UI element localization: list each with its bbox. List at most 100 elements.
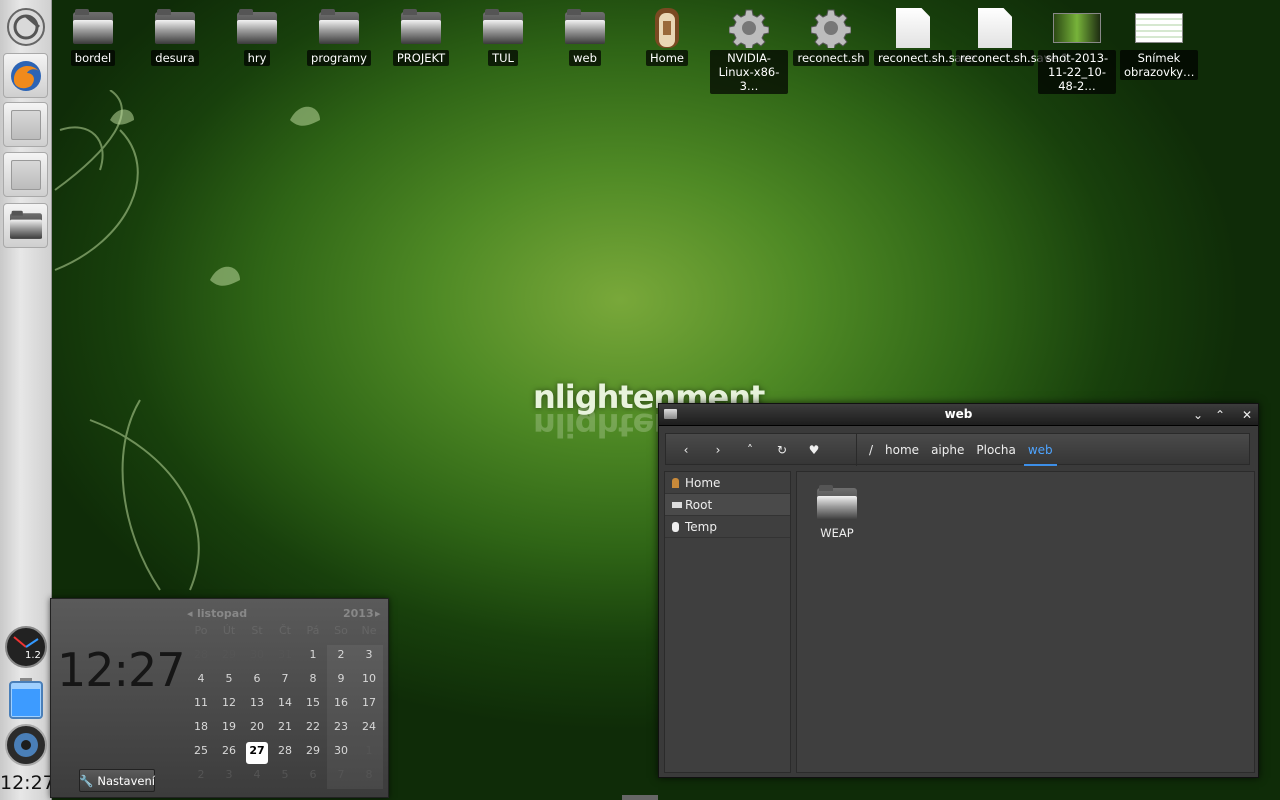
folder-icon <box>565 9 605 44</box>
calendar-day[interactable]: 1 <box>355 741 383 765</box>
calendar-day[interactable]: 4 <box>243 765 271 789</box>
taskbar-window-1[interactable] <box>3 102 48 147</box>
desktop-icon-snimek[interactable]: Snímek obrazovky… <box>1120 6 1198 80</box>
sidebar-item-home[interactable]: Home <box>665 472 790 494</box>
folder-icon <box>483 9 523 44</box>
calendar-day[interactable]: 7 <box>327 765 355 789</box>
back-button[interactable]: ‹ <box>674 438 698 462</box>
desktop-icon-tul[interactable]: TUL <box>464 6 542 66</box>
calendar-day[interactable]: 30 <box>243 645 271 669</box>
calendar-day[interactable]: 28 <box>271 741 299 765</box>
desktop-icon-reconect-sh-save-1[interactable]: reconect.sh.save.1 <box>956 6 1069 66</box>
breadcrumb-plocha[interactable]: Plocha <box>970 443 1021 457</box>
up-button[interactable]: ˄ <box>738 438 762 462</box>
desktop-icon-projekt[interactable]: PROJEKT <box>382 6 460 66</box>
calendar-day[interactable]: 31 <box>271 645 299 669</box>
file-item-weap[interactable]: WEAP <box>809 482 865 540</box>
calendar-day[interactable]: 13 <box>243 693 271 717</box>
calendar-day[interactable]: 17 <box>355 693 383 717</box>
desktop-icon-home[interactable]: Home <box>628 6 706 66</box>
desktop-icon-web[interactable]: web <box>546 6 624 66</box>
calendar-day[interactable]: 15 <box>299 693 327 717</box>
calendar-day[interactable]: 28 <box>187 645 215 669</box>
calendar-day[interactable]: 5 <box>215 669 243 693</box>
desktop-icon-reconect-sh[interactable]: reconect.sh <box>792 6 870 66</box>
calendar-day[interactable]: 29 <box>299 741 327 765</box>
prev-month-button[interactable]: ◂ <box>187 607 193 620</box>
refresh-button[interactable]: ↻ <box>770 438 794 462</box>
desktop-icon-shot[interactable]: shot-2013-11-22_10-48-2… <box>1038 6 1116 94</box>
file-manager-window: web ⌄ ⌃ ✕ ‹ › ˄ ↻ ♥ / home aiphe Plocha … <box>658 403 1259 778</box>
calendar-day[interactable]: 8 <box>299 669 327 693</box>
taskbar-file-manager[interactable] <box>3 203 48 248</box>
calendar-settings-button[interactable]: 🔧 Nastavení <box>79 769 155 792</box>
file-list: WEAP <box>796 471 1255 773</box>
sidebar-item-root[interactable]: Root <box>665 494 790 516</box>
calendar-day[interactable]: 24 <box>355 717 383 741</box>
close-button[interactable]: ✕ <box>1238 406 1256 424</box>
desktop-icon-bordel[interactable]: bordel <box>54 6 132 66</box>
cpufreq-gadget[interactable]: 1.2 <box>3 624 48 669</box>
calendar-day[interactable]: 21 <box>271 717 299 741</box>
desktop: nlightenment nlightenment bordel desura … <box>0 0 1280 800</box>
breadcrumb-web[interactable]: web <box>1022 443 1059 466</box>
next-year-button[interactable]: ▸ <box>375 607 381 620</box>
desktop-icon-label: shot-2013-11-22_10-48-2… <box>1038 50 1116 94</box>
desktop-icon-programy[interactable]: programy <box>300 6 378 66</box>
calendar-day[interactable]: 3 <box>215 765 243 789</box>
calendar-day[interactable]: 14 <box>271 693 299 717</box>
calendar-week: 11 12 13 14 15 16 17 <box>187 693 383 717</box>
calendar-day[interactable]: 30 <box>327 741 355 765</box>
calendar-day[interactable]: 2 <box>187 765 215 789</box>
window-titlebar[interactable]: web ⌄ ⌃ ✕ <box>659 404 1258 426</box>
calendar-day[interactable]: 8 <box>355 765 383 789</box>
breadcrumb-home[interactable]: home <box>879 443 925 457</box>
calendar-day[interactable]: 10 <box>355 669 383 693</box>
start-menu-button[interactable] <box>3 4 48 49</box>
favorites-button[interactable]: ♥ <box>802 438 826 462</box>
calendar-day[interactable]: 4 <box>187 669 215 693</box>
calendar-day[interactable]: 19 <box>215 717 243 741</box>
calendar-day[interactable]: 20 <box>243 717 271 741</box>
calendar-day[interactable]: 5 <box>271 765 299 789</box>
calendar-day[interactable]: 2 <box>327 645 355 669</box>
shelf-clock[interactable]: 12:27 <box>0 772 55 794</box>
arrow-left-icon: ‹ <box>683 443 689 457</box>
calendar-day[interactable]: 9 <box>327 669 355 693</box>
breadcrumb-root[interactable]: / <box>863 443 879 457</box>
calendar-day[interactable]: 7 <box>271 669 299 693</box>
taskbar-window-2[interactable] <box>3 152 48 197</box>
launcher-firefox[interactable] <box>3 53 48 98</box>
sidebar-item-temp[interactable]: Temp <box>665 516 790 538</box>
mixer-gadget[interactable] <box>3 722 48 767</box>
calendar-day-today[interactable]: 27 <box>246 742 268 764</box>
breadcrumb-aiphe[interactable]: aiphe <box>925 443 970 457</box>
calendar-day[interactable]: 29 <box>215 645 243 669</box>
desktop-icon-nvidia-installer[interactable]: NVIDIA-Linux-x86-3… <box>710 6 788 94</box>
calendar-day[interactable]: 12 <box>215 693 243 717</box>
calendar-day[interactable]: 3 <box>355 645 383 669</box>
calendar-day[interactable]: 1 <box>299 645 327 669</box>
calendar-day[interactable]: 11 <box>187 693 215 717</box>
desktop-icon-desura[interactable]: desura <box>136 6 214 66</box>
folder-icon <box>155 9 195 44</box>
calendar-week: 18 19 20 21 22 23 24 <box>187 717 383 741</box>
document-icon <box>978 8 1012 48</box>
desktop-icon-label: PROJEKT <box>392 50 450 66</box>
calendar-day[interactable]: 23 <box>327 717 355 741</box>
desktop-icon-hry[interactable]: hry <box>218 6 296 66</box>
calendar-day[interactable]: 6 <box>299 765 327 789</box>
calendar-day[interactable]: 26 <box>215 741 243 765</box>
calendar-day[interactable]: 18 <box>187 717 215 741</box>
calendar-day[interactable]: 16 <box>327 693 355 717</box>
calendar-day[interactable]: 6 <box>243 669 271 693</box>
maximize-button[interactable]: ⌃ <box>1211 406 1229 424</box>
speedometer-icon <box>4 625 47 668</box>
calendar-weekday-row: Po Út St Čt Pá So Ne <box>187 621 383 645</box>
battery-gadget[interactable] <box>3 675 48 720</box>
desktop-icon-reconect-sh-save[interactable]: reconect.sh.save <box>874 6 976 66</box>
minimize-button[interactable]: ⌄ <box>1189 406 1207 424</box>
calendar-day[interactable]: 25 <box>187 741 215 765</box>
forward-button[interactable]: › <box>706 438 730 462</box>
calendar-day[interactable]: 22 <box>299 717 327 741</box>
